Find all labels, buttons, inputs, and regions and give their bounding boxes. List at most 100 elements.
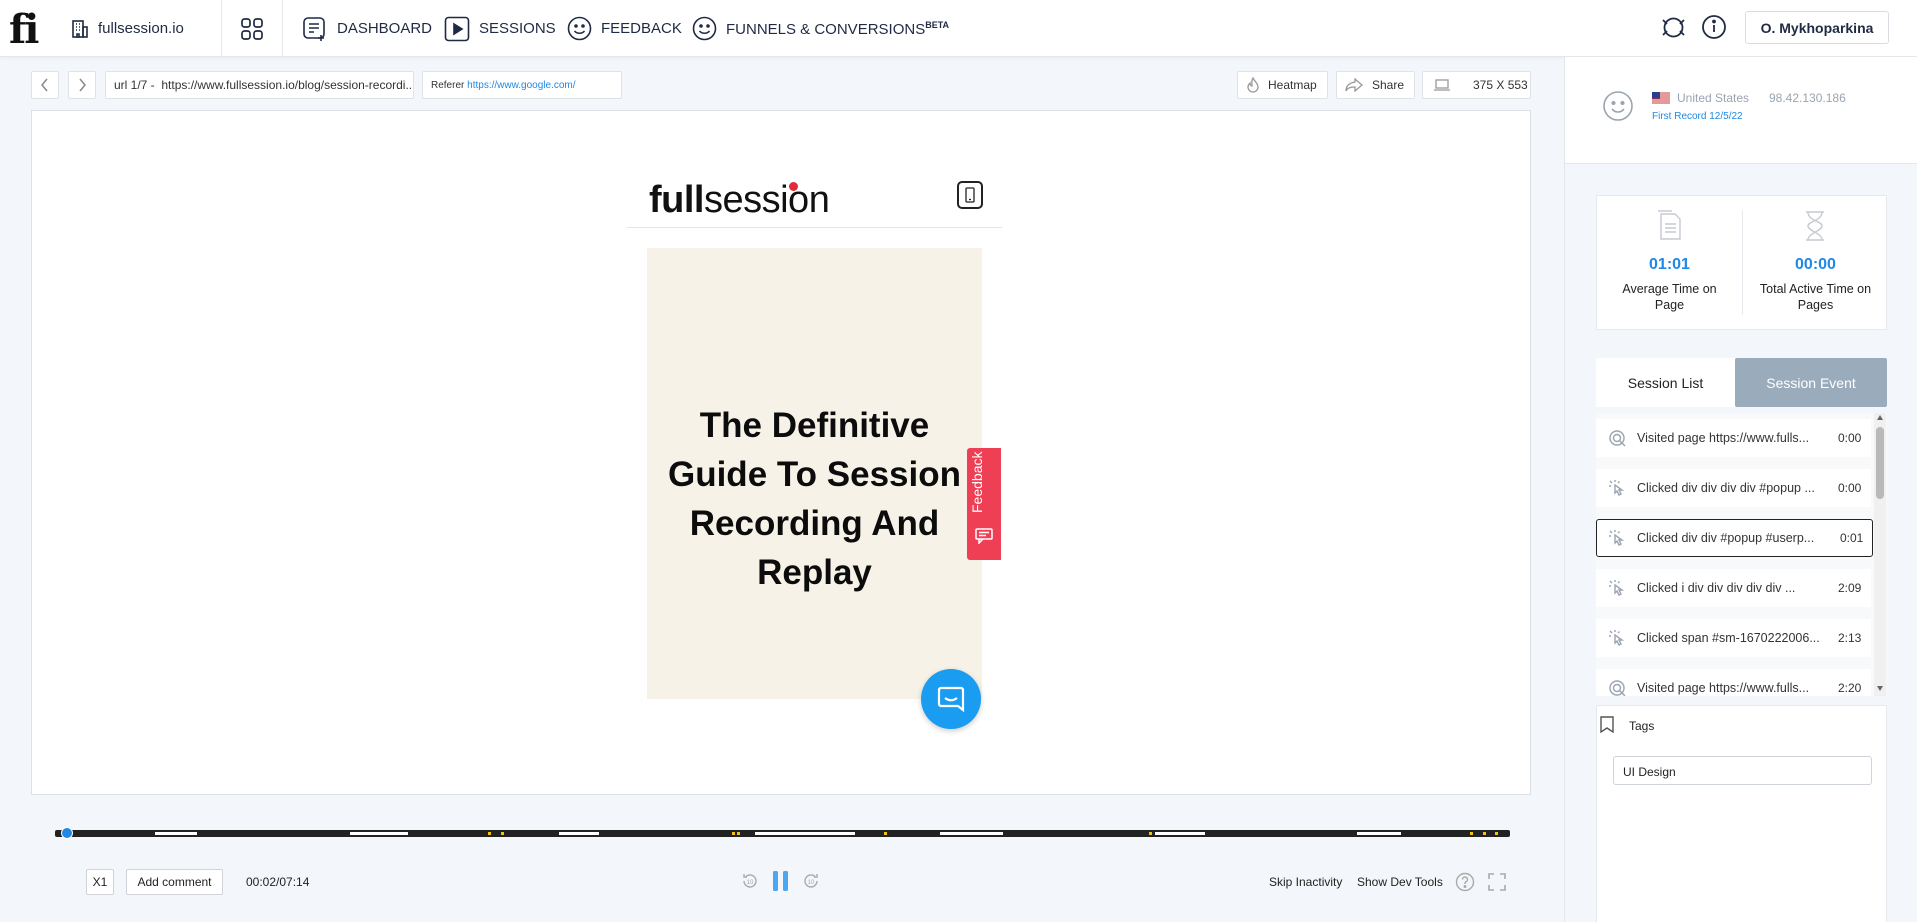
event-row-active[interactable]: Clicked div div #popup #userp... 0:01 — [1596, 519, 1873, 557]
app-logo[interactable]: fi — [9, 6, 39, 53]
visitor-ip: 98.42.130.186 — [1769, 91, 1846, 105]
hero-title: The Definitive Guide To Session Recordin… — [667, 405, 961, 592]
event-row[interactable]: Clicked div div div div #popup ... 0:00 — [1596, 469, 1871, 507]
url-field[interactable]: url 1/7 - https://www.fullsession.io/blo… — [105, 71, 414, 99]
event-text: Clicked i div div div div div ... — [1637, 581, 1796, 595]
hourglass-icon — [1806, 211, 1824, 241]
timeline-activity — [755, 832, 855, 835]
timeline-event-marker — [884, 832, 887, 835]
event-text: Visited page https://www.fulls... — [1637, 681, 1810, 695]
grid-icon — [241, 17, 263, 40]
top-navigation: fi fullsession.io DASHBOARD SESSIONS FEE… — [0, 0, 1917, 57]
tags-panel: Tags UI Design — [1596, 705, 1887, 922]
scroll-down-icon[interactable] — [1877, 686, 1883, 691]
add-comment-button[interactable]: Add comment — [126, 869, 223, 895]
referer-field[interactable]: Referer https://www.google.com/ — [422, 71, 622, 99]
event-time: 0:00 — [1838, 481, 1862, 495]
scrollbar-thumb[interactable] — [1876, 427, 1884, 499]
org-switcher[interactable]: fullsession.io — [70, 0, 222, 57]
nav-sessions-label: SESSIONS — [479, 20, 556, 37]
user-menu-button[interactable]: O. Mykhoparkina — [1745, 11, 1889, 44]
nav-dashboard[interactable]: DASHBOARD — [302, 0, 432, 57]
first-record-link[interactable]: First Record 12/5/22 — [1652, 111, 1743, 122]
flame-icon — [1247, 77, 1259, 93]
url-value: https://www.fullsession.io/blog/session-… — [161, 78, 414, 92]
dashboard-icon — [303, 16, 325, 41]
forward-10-icon[interactable]: 10 — [802, 872, 820, 890]
visitor-country: United States — [1677, 91, 1750, 105]
visit-page-icon — [1609, 680, 1626, 696]
timeline-event-marker — [732, 832, 735, 835]
document-icon — [1658, 210, 1681, 240]
info-icon[interactable] — [1701, 14, 1727, 40]
share-button[interactable]: Share — [1336, 71, 1415, 99]
event-time: 2:20 — [1838, 681, 1862, 695]
heatmap-button[interactable]: Heatmap — [1237, 71, 1328, 99]
event-time: 0:00 — [1838, 431, 1862, 445]
event-text: Clicked div div div div #popup ... — [1637, 481, 1815, 495]
timeline-event-marker — [1149, 832, 1152, 835]
timeline-activity — [940, 832, 1003, 835]
timeline-scrubber[interactable] — [61, 827, 74, 839]
url-label: url 1/7 - — [114, 78, 155, 92]
event-text: Visited page https://www.fulls... — [1637, 431, 1810, 445]
nav-funnels[interactable]: FUNNELS & CONVERSIONSBETA — [692, 0, 949, 57]
active-time-stat: 00:00 Total Active Time on Pages — [1743, 196, 1888, 331]
support-icon[interactable] — [1660, 14, 1687, 41]
bookmark-icon — [1600, 716, 1614, 733]
fullscreen-icon[interactable] — [1488, 873, 1506, 891]
nav-right-icons — [1660, 14, 1727, 41]
tag-input[interactable]: UI Design — [1613, 756, 1872, 785]
avg-time-value: 01:01 — [1649, 256, 1690, 273]
nav-feedback[interactable]: FEEDBACK — [567, 0, 682, 57]
logo-dot — [789, 182, 798, 191]
dev-tools-toggle[interactable]: Show Dev Tools — [1357, 875, 1443, 889]
laptop-icon — [1434, 79, 1450, 91]
chat-bubble — [921, 669, 981, 729]
speed-button[interactable]: X1 — [86, 869, 114, 895]
apps-grid-button[interactable] — [222, 0, 283, 57]
play-icon — [444, 16, 470, 41]
scroll-up-icon[interactable] — [1877, 415, 1883, 420]
beta-badge: BETA — [925, 19, 950, 30]
event-row[interactable]: Visited page https://www.fulls... 0:00 — [1596, 419, 1871, 457]
event-list: Visited page https://www.fulls... 0:00 C… — [1596, 413, 1887, 696]
visit-page-icon — [1609, 430, 1626, 447]
replay-viewport[interactable]: fullsession The Definitive Guide To Sess… — [627, 161, 1002, 729]
smiley-icon — [1603, 91, 1633, 121]
prev-page-button[interactable] — [31, 71, 59, 99]
smiley-icon — [567, 16, 592, 41]
timeline-activity — [155, 832, 197, 835]
event-row[interactable]: Clicked i div div div div div ... 2:09 — [1596, 569, 1871, 607]
building-icon — [72, 19, 88, 38]
nav-sessions[interactable]: SESSIONS — [444, 0, 556, 57]
timeline-activity — [559, 832, 599, 835]
timeline-event-marker — [1470, 832, 1473, 835]
next-page-button[interactable] — [68, 71, 96, 99]
site-logo-bold: full — [649, 179, 704, 221]
event-list-scrollbar[interactable] — [1874, 413, 1886, 696]
share-label: Share — [1372, 78, 1405, 92]
chevron-left-icon — [41, 78, 48, 92]
time-stats: 01:01 Average Time on Page 00:00 Total A… — [1596, 195, 1887, 330]
mobile-device-icon — [957, 181, 983, 209]
click-icon — [1609, 580, 1625, 596]
feedback-tab-label: Feedback — [969, 452, 985, 514]
timeline-activity — [1357, 832, 1401, 835]
click-icon — [1609, 530, 1625, 546]
referer-value: https://www.google.com/ — [467, 79, 576, 91]
org-name: fullsession.io — [98, 20, 184, 37]
tab-session-list[interactable]: Session List — [1596, 358, 1735, 407]
help-icon[interactable] — [1455, 872, 1475, 892]
avg-time-stat: 01:01 Average Time on Page — [1597, 196, 1742, 331]
viewport-size: 375 X 553 — [1422, 71, 1531, 99]
rewind-10-icon[interactable]: 10 — [741, 872, 759, 890]
event-row[interactable]: Clicked span #sm-1670222006... 2:13 — [1596, 619, 1871, 657]
session-timeline[interactable] — [55, 827, 1510, 839]
pause-icon[interactable] — [771, 870, 791, 892]
tab-session-event[interactable]: Session Event — [1735, 358, 1887, 407]
skip-inactivity-toggle[interactable]: Skip Inactivity — [1269, 875, 1342, 889]
event-time: 0:01 — [1840, 531, 1864, 545]
event-row[interactable]: Visited page https://www.fulls... 2:20 — [1596, 669, 1871, 696]
session-tabs: Session List Session Event — [1596, 358, 1887, 407]
